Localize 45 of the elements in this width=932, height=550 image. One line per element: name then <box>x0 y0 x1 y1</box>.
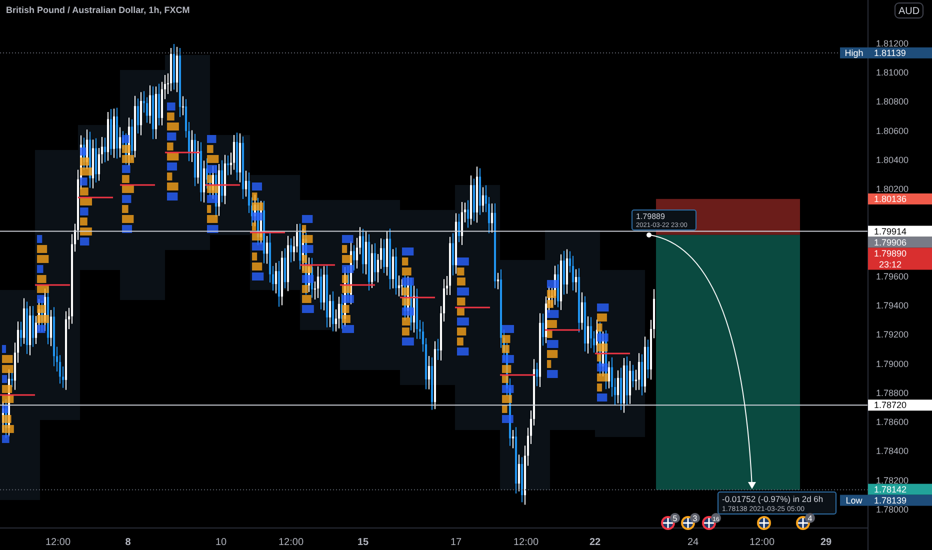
time-tick: 12:00 <box>749 537 775 548</box>
price-tick: 1.78600 <box>876 417 909 428</box>
price-tick: 1.80200 <box>876 184 909 194</box>
horizontal-line[interactable] <box>0 404 868 406</box>
price-tick: 1.78800 <box>876 388 909 398</box>
price-tick: 1.79600 <box>876 272 909 282</box>
price-label: 1.79906 <box>868 236 932 248</box>
time-tick: 12:00 <box>45 537 71 548</box>
price-label: 1.79914 <box>868 226 932 237</box>
currency-button[interactable]: AUD <box>894 2 924 18</box>
chart-title: British Pound / Australian Dollar, 1h, FXCM <box>6 5 190 15</box>
price-tick: 1.81200 <box>876 38 909 48</box>
price-tick: 1.81000 <box>876 68 909 78</box>
time-tick: 12:00 <box>513 537 539 548</box>
price-tick: 1.80400 <box>876 155 909 165</box>
horizontal-line[interactable] <box>0 230 868 232</box>
time-tick: 24 <box>687 537 699 548</box>
entry-point-icon[interactable] <box>646 232 652 238</box>
price-label: 1.78142 <box>868 484 932 495</box>
price-tick: 1.78200 <box>876 475 909 486</box>
price-tick: 1.79200 <box>876 330 909 340</box>
time-tick: 22 <box>589 537 601 548</box>
price-label: 1.78720 <box>868 400 932 411</box>
price-label: 1.79890 23:12 <box>868 248 932 270</box>
time-tick: 15 <box>357 537 369 548</box>
price-label: 1.81139 <box>868 47 932 58</box>
price-label: 1.78139 <box>868 494 932 506</box>
event-count: 5 <box>670 513 680 523</box>
extreme-tag: Low <box>840 494 868 506</box>
time-tick: 29 <box>820 537 832 548</box>
event-count: 3 <box>690 513 700 523</box>
time-tick: 10 <box>215 537 227 548</box>
time-tick: 8 <box>125 537 131 548</box>
time-tick: 17 <box>450 537 462 548</box>
price-tick: 1.79000 <box>876 358 909 369</box>
price-tick: 1.79400 <box>876 300 909 311</box>
price-tick: 1.80800 <box>876 96 909 107</box>
price-tick: 1.78400 <box>876 446 909 456</box>
price-label: 1.80136 <box>868 193 932 204</box>
price-tick: 1.80600 <box>876 126 909 136</box>
event-count: 4 <box>805 513 815 523</box>
extreme-tag: High <box>840 47 868 58</box>
event-flag-icon[interactable] <box>757 516 771 530</box>
time-tick: 12:00 <box>278 537 304 548</box>
price-tick: 1.78000 <box>876 504 909 514</box>
